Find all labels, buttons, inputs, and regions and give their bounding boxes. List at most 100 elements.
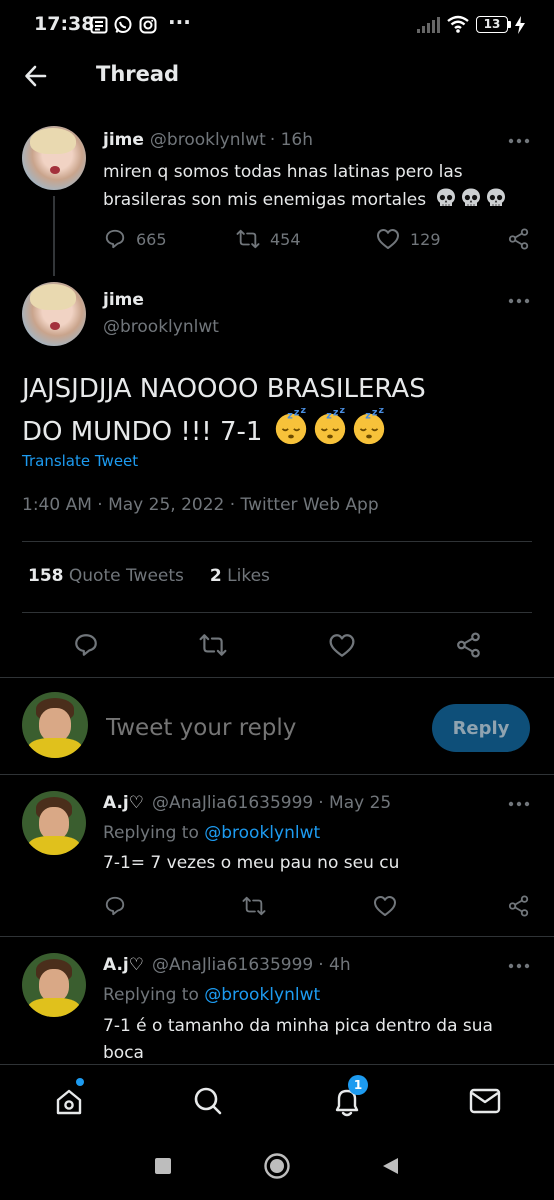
quote-label: Quote Tweets (68, 566, 184, 586)
tweet-text: miren q somos todas hnas latinas pero la… (103, 158, 523, 214)
main-tweet: jime @brooklynlwt JAJSJDJJA NAOOOO BRASI… (0, 276, 554, 676)
reply-tweet[interactable]: A.j♡ @AnaJlia61635999 · 4h Replying to @… (0, 937, 554, 1065)
retweet-action[interactable]: 454 (236, 228, 301, 250)
battery-level: 13 (483, 17, 501, 31)
share-icon[interactable] (456, 632, 482, 658)
tweet-text: 7-1= 7 vezes o meu pau no seu cu (103, 853, 400, 873)
reply-icon[interactable] (104, 895, 126, 917)
reply-tweet[interactable]: A.j♡ @AnaJlia61635999 · May 25 Replying … (0, 775, 554, 935)
retweet-icon (236, 229, 260, 249)
charging-icon (515, 16, 525, 34)
svg-text:z: z (326, 410, 332, 421)
avatar[interactable] (22, 791, 86, 855)
share-icon[interactable] (508, 228, 530, 250)
divider (22, 541, 532, 542)
replying-to-label: Replying to (103, 823, 199, 843)
svg-text:z: z (378, 408, 384, 416)
reply-button[interactable]: Reply (432, 704, 530, 752)
retweet-icon[interactable] (242, 895, 266, 917)
battery-tip (508, 21, 511, 28)
reply-action[interactable]: 665 (104, 228, 167, 250)
replying-to-handle[interactable]: @brooklynlwt (204, 985, 320, 1005)
replying-to-handle[interactable]: @brooklynlwt (204, 823, 320, 843)
search-icon[interactable] (192, 1085, 224, 1117)
news-app-icon (90, 16, 108, 34)
whatsapp-icon (114, 16, 132, 33)
author-handle[interactable]: @brooklynlwt (103, 317, 219, 337)
bottom-nav: 1 (0, 1064, 554, 1136)
replying-to: Replying to @brooklynlwt (103, 985, 320, 1005)
avatar[interactable] (22, 953, 86, 1017)
like-count: 129 (410, 229, 441, 249)
status-bar: 17:38 ··· 13 (0, 0, 554, 50)
status-more-indicator: ··· (168, 10, 191, 34)
system-nav-bar (0, 1136, 554, 1200)
home-circle-button[interactable] (263, 1152, 291, 1180)
author-name[interactable]: A.j♡ (103, 793, 144, 813)
quote-tweets-link[interactable]: 158 Quote Tweets (28, 566, 184, 586)
header: Thread (0, 50, 554, 102)
author-name[interactable]: jime (103, 290, 144, 310)
notification-badge: 1 (348, 1075, 368, 1095)
tweet-text-line: 7-1 é o tamanho da minha pica dentro da … (103, 1016, 493, 1036)
tweet-text-content: miren q somos todas hnas latinas pero la… (103, 162, 463, 210)
reply-input[interactable] (106, 710, 406, 746)
skull-emoji-icon (486, 188, 505, 206)
page-title: Thread (96, 62, 180, 86)
tweet-time: · May 25 (318, 793, 392, 813)
back-arrow-icon[interactable] (23, 63, 49, 89)
more-options-icon[interactable] (508, 963, 530, 969)
replying-to-label: Replying to (103, 985, 199, 1005)
tweet-text-line: JAJSJDJJA NAOOOO BRASILERAS (22, 374, 426, 404)
like-action[interactable]: 129 (376, 228, 441, 250)
likes-label: Likes (227, 566, 270, 586)
reply-composer: Reply (0, 678, 554, 774)
avatar[interactable] (22, 126, 86, 190)
reply-icon[interactable] (73, 632, 99, 658)
svg-text:z: z (300, 408, 306, 416)
translate-tweet-link[interactable]: Translate Tweet (22, 452, 138, 470)
parent-tweet[interactable]: jime @brooklynlwt · 16h miren q somos to… (0, 118, 554, 276)
likes-link[interactable]: 2 Likes (210, 566, 270, 586)
skull-emoji-icon (436, 188, 455, 206)
status-time: 17:38 (34, 13, 95, 35)
instagram-icon (139, 16, 157, 34)
avatar (22, 692, 88, 758)
more-options-icon[interactable] (508, 138, 530, 144)
thread-connector-line (53, 196, 55, 276)
recents-button[interactable] (155, 1158, 171, 1174)
author-handle[interactable]: @brooklynlwt (150, 130, 266, 150)
reply-icon (105, 229, 125, 249)
tweet-meta: 1:40 AM · May 25, 2022 · Twitter Web App (22, 495, 379, 515)
signal-icon (417, 17, 440, 33)
svg-text:z: z (287, 410, 293, 421)
author-name[interactable]: A.j♡ (103, 955, 144, 975)
tweet-header: A.j♡ @AnaJlia61635999 · 4h (103, 955, 351, 975)
tweet-text-line: boca (103, 1043, 144, 1063)
skull-emoji-icon (461, 188, 480, 206)
reply-button-label: Reply (452, 717, 510, 739)
wifi-icon (447, 15, 469, 33)
messages-mail-icon[interactable] (469, 1087, 501, 1115)
back-triangle-button[interactable] (380, 1156, 400, 1176)
battery-indicator: 13 (476, 16, 508, 33)
tweet-header: A.j♡ @AnaJlia61635999 · May 25 (103, 793, 391, 813)
more-options-icon[interactable] (508, 298, 530, 304)
sleeping-face-emoji-icon: zzz (275, 408, 306, 445)
home-icon[interactable] (54, 1087, 84, 1117)
quote-count: 158 (28, 566, 64, 586)
tweet-time: · 16h (269, 130, 314, 150)
divider (22, 612, 532, 613)
reply-count: 665 (136, 229, 167, 249)
tweet-text: 7-1 é o tamanho da minha pica dentro da … (103, 1013, 493, 1067)
retweet-icon[interactable] (199, 632, 227, 658)
avatar[interactable] (22, 282, 86, 346)
more-options-icon[interactable] (508, 801, 530, 807)
sleeping-face-emoji-icon: zzz (314, 408, 345, 445)
heart-icon[interactable] (328, 633, 356, 658)
author-handle[interactable]: @AnaJlia61635999 (152, 955, 313, 975)
author-handle[interactable]: @AnaJlia61635999 (152, 793, 313, 813)
heart-icon[interactable] (373, 895, 397, 917)
share-icon[interactable] (508, 895, 530, 917)
author-name[interactable]: jime (103, 130, 144, 150)
